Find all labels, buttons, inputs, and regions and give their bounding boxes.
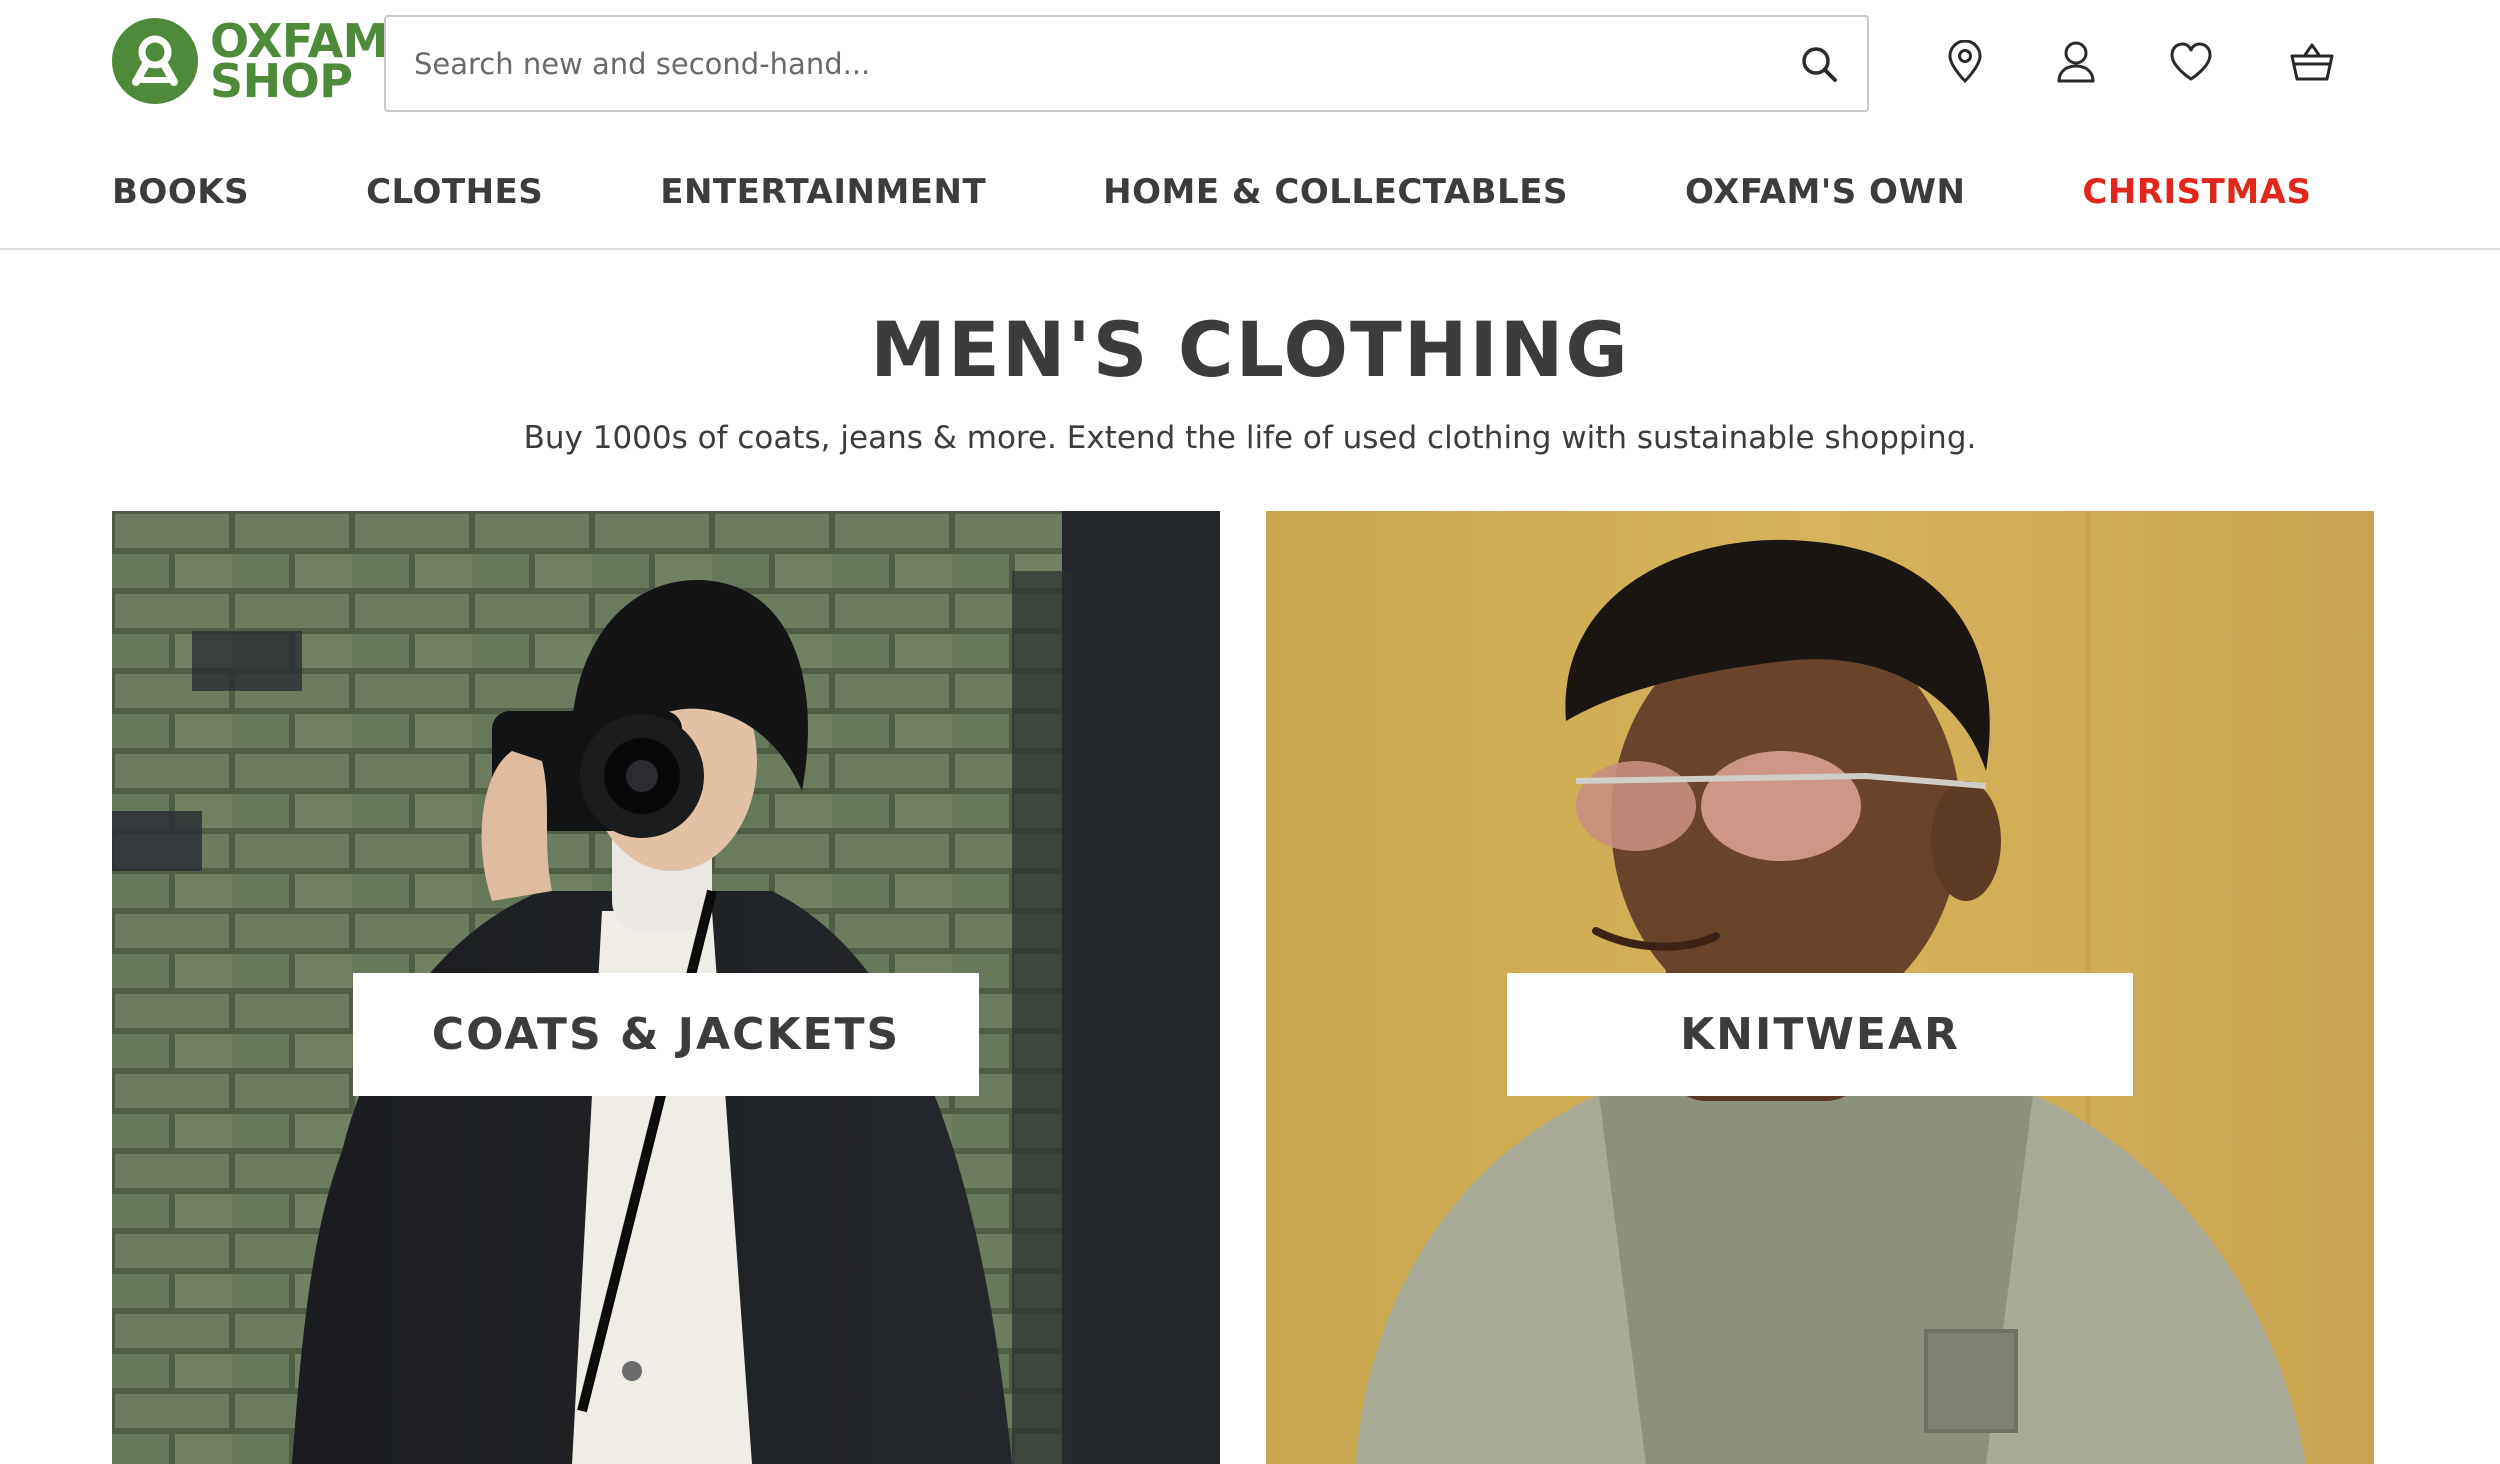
search-input[interactable] xyxy=(386,17,1771,110)
search-icon xyxy=(1802,46,1837,82)
heart-icon xyxy=(2170,42,2212,81)
logo-wordmark: OXFAM SHOP xyxy=(210,18,388,104)
nav-item-clothes[interactable]: CLOTHES xyxy=(366,172,543,212)
nav-divider xyxy=(0,248,2500,250)
search-bar xyxy=(384,15,1869,112)
page-title: MEN'S CLOTHING xyxy=(870,305,1630,394)
category-label-knitwear: KNITWEAR xyxy=(1507,973,2133,1096)
search-button[interactable] xyxy=(1771,17,1867,110)
location-pin-icon xyxy=(1948,40,1982,84)
nav-item-oxfams-own[interactable]: OXFAM'S OWN xyxy=(1685,172,1965,212)
category-tile-coats-jackets[interactable]: COATS & JACKETS xyxy=(112,511,1220,1464)
nav-item-entertainment[interactable]: ENTERTAINMENT xyxy=(660,172,986,212)
nav-item-christmas[interactable]: CHRISTMAS xyxy=(2082,172,2311,212)
oxfam-logo-icon xyxy=(112,18,198,104)
wishlist-button[interactable] xyxy=(2163,34,2219,90)
nav-item-books[interactable]: BOOKS xyxy=(112,172,249,212)
main-nav: BOOKS CLOTHES ENTERTAINMENT HOME & COLLE… xyxy=(112,160,2311,224)
basket-button[interactable] xyxy=(2284,34,2340,90)
account-button[interactable] xyxy=(2048,34,2104,90)
basket-icon xyxy=(2290,43,2334,81)
oxfam-shop-logo[interactable]: OXFAM SHOP xyxy=(112,18,388,104)
page-subtitle: Buy 1000s of coats, jeans & more. Extend… xyxy=(523,420,1977,456)
category-label-coats-jackets: COATS & JACKETS xyxy=(353,973,979,1096)
nav-item-home-collectables[interactable]: HOME & COLLECTABLES xyxy=(1103,172,1568,212)
store-locator-button[interactable] xyxy=(1937,34,1993,90)
account-icon xyxy=(2057,41,2095,83)
category-tile-knitwear[interactable]: KNITWEAR xyxy=(1266,511,2374,1464)
